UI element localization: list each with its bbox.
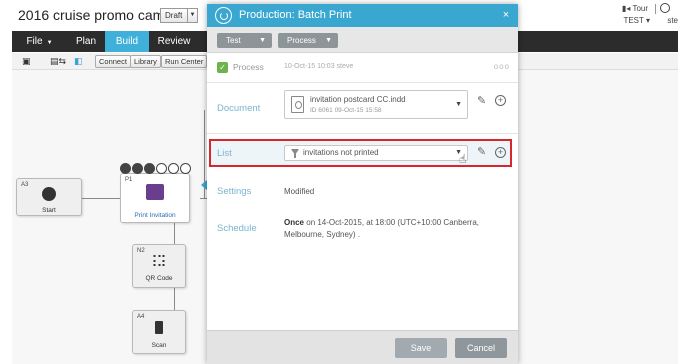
edit-document-icon[interactable]: ✎: [477, 95, 486, 107]
document-name: invitation postcard CC.indd: [310, 95, 406, 104]
nav-tab-plan[interactable]: Plan: [67, 31, 105, 52]
status-badge-icon[interactable]: [144, 163, 155, 175]
app-logo-icon: [215, 7, 232, 24]
tour-icon: ▮◂: [621, 4, 631, 13]
node-id: N2: [137, 248, 145, 254]
node-label: QR Code: [145, 275, 173, 282]
top-right-area: ▮◂ Tour TEST ▾ ste: [598, 3, 678, 28]
library-button[interactable]: Library: [130, 55, 161, 68]
list-value: invitations not printed: [303, 148, 379, 157]
node-action-badges: [120, 160, 192, 175]
status-select-value: Draft: [165, 11, 183, 20]
qr-code-icon: [153, 255, 165, 266]
cancel-button[interactable]: Cancel: [455, 338, 507, 358]
settings-label: Settings: [217, 186, 252, 197]
add-list-icon[interactable]: +: [495, 147, 506, 158]
filter-icon: [291, 149, 299, 158]
close-icon[interactable]: ×: [500, 8, 512, 22]
dialog-title: Production: Batch Print: [239, 9, 352, 21]
status-badge-icon[interactable]: [132, 163, 143, 175]
printer-icon: [146, 184, 164, 200]
schedule-details: on 14-Oct-2015, at 18:00 (UTC+10:00 Canb…: [284, 218, 480, 239]
list-select[interactable]: invitations not printed ▼: [284, 145, 468, 161]
test-dropdown-button[interactable]: Test ▼: [217, 33, 272, 48]
dialog-footer: Save Cancel: [207, 330, 518, 364]
nav-file-menu[interactable]: File ▼: [12, 31, 67, 52]
chevron-down-icon: ▼: [325, 37, 332, 44]
toggle-view-icon[interactable]: ◧: [74, 56, 83, 67]
chevron-down-icon: ▼: [259, 37, 266, 44]
process-label: Process: [233, 62, 264, 72]
workflow-node-start[interactable]: A3 Start: [16, 178, 82, 216]
nav-tab-review[interactable]: Review: [149, 31, 199, 52]
node-id: A3: [21, 182, 29, 188]
process-row: ✓ Process 10-Oct-15 10:03 steve ooo: [207, 61, 518, 77]
add-document-icon[interactable]: +: [495, 95, 506, 106]
test-button-label: Test: [226, 36, 241, 45]
run-center-button[interactable]: Run Center: [161, 55, 208, 68]
divider: [207, 82, 518, 83]
chevron-down-icon: ▼: [455, 101, 462, 108]
schedule-value[interactable]: Once on 14-Oct-2015, at 18:00 (UTC+10:00…: [284, 217, 504, 241]
check-icon[interactable]: ✓: [217, 62, 228, 73]
document-label: Document: [217, 103, 261, 114]
process-meta: 10-Oct-15 10:03 steve: [284, 63, 354, 70]
user-label: TEST: [623, 16, 644, 25]
dialog-header: Production: Batch Print ×: [207, 4, 518, 27]
node-label: Print Invitation: [134, 212, 176, 219]
search-badge-icon[interactable]: [168, 163, 179, 175]
node-id: A4: [137, 314, 145, 320]
nav-tab-build[interactable]: Build: [105, 31, 149, 52]
workflow-node-qr-code[interactable]: N2 QR Code: [132, 244, 186, 288]
info-badge-icon[interactable]: [180, 163, 191, 175]
connector-line: [174, 222, 175, 244]
status-badge-icon[interactable]: [120, 163, 131, 175]
edit-list-icon[interactable]: ✎: [477, 146, 486, 158]
schedule-label: Schedule: [217, 223, 257, 234]
node-label: Start: [42, 207, 56, 214]
status-select[interactable]: Draft ▼: [160, 8, 198, 23]
nav-file-label: File: [26, 36, 43, 47]
phone-icon: [155, 321, 163, 334]
save-button[interactable]: Save: [395, 338, 447, 358]
hand-cursor-icon: ☝: [459, 152, 467, 166]
connect-button[interactable]: Connect: [95, 55, 131, 68]
workflow-node-scan[interactable]: A4 Scan: [132, 310, 186, 354]
settings-badge-icon[interactable]: [156, 163, 167, 175]
workflow-node-print-invitation[interactable]: P1 Print Invitation: [120, 173, 190, 223]
app-window: 2016 cruise promo campaign Draft ▼ ▮◂ To…: [0, 0, 678, 364]
user-short-label: ste: [667, 16, 678, 25]
user-menu[interactable]: TEST ▾: [623, 16, 650, 25]
chevron-down-icon: ▼: [187, 9, 197, 22]
process-button-label: Process: [287, 36, 316, 45]
chevron-down-icon: ▼: [46, 40, 53, 46]
tour-label: Tour: [632, 4, 648, 13]
header-divider: [655, 4, 656, 14]
document-select[interactable]: invitation postcard CC.indd ID 6061 09-O…: [284, 90, 468, 119]
save-icon[interactable]: ▣: [22, 56, 31, 67]
list-label: List: [217, 148, 232, 159]
indesign-file-icon: [291, 96, 304, 113]
schedule-frequency: Once: [284, 218, 305, 227]
more-options-icon[interactable]: ooo: [494, 62, 510, 71]
node-label: Scan: [151, 342, 167, 349]
connector-line: [174, 288, 175, 310]
document-meta: ID 6061 09-Oct-15 15:58: [310, 107, 382, 114]
node-id: P1: [125, 177, 133, 183]
tour-link[interactable]: ▮◂ Tour: [622, 4, 648, 13]
arrow-right-icon: [42, 187, 56, 201]
help-icon[interactable]: [660, 3, 670, 13]
settings-value[interactable]: Modified: [284, 187, 314, 196]
process-dropdown-button[interactable]: Process ▼: [278, 33, 338, 48]
batch-print-dialog: Production: Batch Print × Test ▼ Process ▼…: [207, 4, 518, 364]
dialog-action-bar: Test ▼ Process ▼: [207, 27, 518, 53]
divider: [207, 133, 518, 134]
layout-icon[interactable]: ▤⇆: [50, 56, 66, 67]
